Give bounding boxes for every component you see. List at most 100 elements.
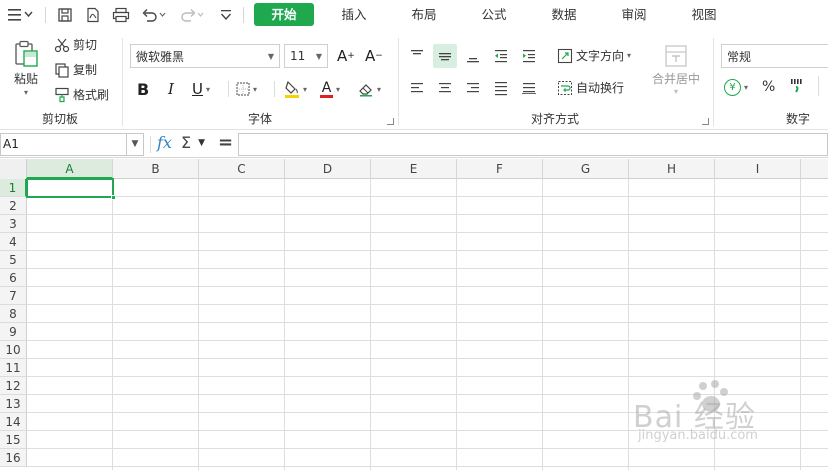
undo-icon — [142, 9, 166, 22]
column-header-d[interactable]: D — [285, 159, 371, 179]
column-header-a[interactable]: A — [27, 159, 113, 179]
column-header-c[interactable]: C — [199, 159, 285, 179]
wrap-text-icon — [558, 80, 572, 95]
tab-formulas[interactable]: 公式 — [470, 3, 518, 26]
column-header-h[interactable]: H — [629, 159, 715, 179]
formula-input[interactable] — [238, 133, 828, 156]
justify-button[interactable] — [489, 76, 513, 100]
row-header[interactable]: 1 — [0, 179, 27, 197]
copy-button[interactable]: 复制 — [54, 61, 97, 78]
grid-line — [198, 179, 199, 470]
align-middle-button[interactable] — [433, 44, 457, 68]
paste-button[interactable]: 粘贴 ▾ — [10, 40, 42, 97]
save-button[interactable] — [55, 5, 75, 25]
chevron-down-icon: ▾ — [303, 84, 308, 94]
tab-view[interactable]: 视图 — [680, 3, 728, 26]
print-button[interactable] — [111, 5, 131, 25]
row-header[interactable]: 7 — [0, 287, 27, 305]
text-direction-button[interactable]: 文字方向 ▾ — [557, 47, 631, 64]
decrease-font-icon: A — [365, 47, 376, 65]
select-all-button[interactable] — [0, 159, 27, 179]
active-cell[interactable] — [26, 178, 116, 200]
underline-button[interactable]: U ▾ — [192, 77, 210, 101]
grid-line — [27, 268, 828, 269]
decrease-indent-button[interactable] — [489, 44, 513, 68]
enter-formula-button[interactable]: = — [218, 132, 233, 153]
align-right-button[interactable] — [461, 76, 485, 100]
cut-button[interactable]: 剪切 — [54, 36, 97, 53]
decrease-font-size-button[interactable]: A − — [365, 44, 383, 68]
row-header[interactable]: 14 — [0, 413, 27, 431]
column-header-e[interactable]: E — [371, 159, 457, 179]
chevron-down-icon[interactable]: ▼ — [126, 134, 143, 155]
main-menu-button[interactable] — [6, 5, 34, 25]
row-header[interactable]: 4 — [0, 233, 27, 251]
merge-center-button[interactable]: 合并居中 ▾ — [650, 44, 702, 96]
alignment-dialog-launcher[interactable] — [702, 118, 709, 125]
row-header[interactable]: 6 — [0, 269, 27, 287]
wrap-text-button[interactable]: 自动换行 — [557, 79, 624, 96]
column-header-f[interactable]: F — [457, 159, 543, 179]
align-center-button[interactable] — [433, 76, 457, 100]
chevron-down-icon: ▾ — [336, 84, 341, 94]
paste-label: 粘贴 — [13, 72, 38, 86]
customize-toolbar-button[interactable] — [216, 5, 236, 25]
export-pdf-button[interactable] — [83, 5, 103, 25]
tab-layout[interactable]: 布局 — [400, 3, 448, 26]
column-header-i[interactable]: I — [715, 159, 801, 179]
eraser-icon — [359, 84, 372, 97]
row-header[interactable]: 16 — [0, 449, 27, 467]
row-header[interactable]: 3 — [0, 215, 27, 233]
italic-button[interactable]: I — [168, 77, 174, 101]
font-name-select[interactable]: 微软雅黑 ▼ — [130, 44, 280, 68]
align-top-button[interactable] — [405, 44, 429, 68]
tab-insert[interactable]: 插入 — [330, 3, 378, 26]
increase-indent-button[interactable] — [517, 44, 541, 68]
row-header[interactable]: 12 — [0, 377, 27, 395]
name-box[interactable]: A1 ▼ — [0, 133, 144, 156]
format-painter-icon — [55, 87, 69, 102]
chevron-down-icon: ▾ — [23, 88, 28, 97]
number-format-select[interactable]: 常规 — [721, 44, 828, 68]
indent-icon — [523, 50, 535, 63]
undo-button[interactable] — [140, 5, 170, 25]
align-left-button[interactable] — [405, 76, 429, 100]
row-header[interactable]: 15 — [0, 431, 27, 449]
group-separator — [274, 81, 275, 97]
row-header[interactable]: 5 — [0, 251, 27, 269]
percent-format-button[interactable]: % — [762, 79, 775, 95]
row-header[interactable]: 2 — [0, 197, 27, 215]
row-header[interactable]: 11 — [0, 359, 27, 377]
insert-function-button[interactable]: fx — [157, 133, 172, 152]
fill-color-button[interactable]: ▾ — [284, 77, 307, 101]
bold-button[interactable]: B — [137, 77, 149, 101]
font-dialog-launcher[interactable] — [387, 118, 394, 125]
font-color-button[interactable]: A ▾ — [320, 77, 340, 101]
autosum-button[interactable]: Σ ▼ — [181, 133, 205, 152]
row-header[interactable]: 8 — [0, 305, 27, 323]
tab-review[interactable]: 审阅 — [610, 3, 658, 26]
chevron-down-icon: ▾ — [673, 87, 678, 96]
column-header-b[interactable]: B — [113, 159, 199, 179]
spreadsheet-grid[interactable]: A B C D E F G H I 1 2 3 4 5 6 7 8 9 10 1… — [0, 159, 828, 470]
tab-data[interactable]: 数据 — [540, 3, 588, 26]
redo-button[interactable] — [178, 5, 208, 25]
tab-home[interactable]: 开始 — [254, 3, 314, 26]
row-header[interactable]: 9 — [0, 323, 27, 341]
distributed-align-button[interactable] — [517, 76, 541, 100]
align-bottom-button[interactable] — [461, 44, 485, 68]
currency-format-button[interactable]: ¥ ▾ — [724, 79, 748, 96]
font-size-select[interactable]: 11 ▼ — [284, 44, 328, 68]
grid-line — [370, 179, 371, 470]
borders-button[interactable]: ▾ — [236, 77, 257, 101]
increase-font-size-button[interactable]: A + — [337, 44, 355, 68]
column-header-g[interactable]: G — [543, 159, 629, 179]
thousands-separator-button[interactable] — [790, 77, 806, 95]
format-painter-button[interactable]: 格式刷 — [54, 86, 109, 103]
row-header[interactable]: 13 — [0, 395, 27, 413]
grid-line — [27, 250, 828, 251]
clear-format-button[interactable]: ▾ — [358, 77, 381, 101]
row-header[interactable]: 10 — [0, 341, 27, 359]
border-icon — [236, 82, 250, 96]
fill-handle[interactable] — [111, 195, 116, 200]
